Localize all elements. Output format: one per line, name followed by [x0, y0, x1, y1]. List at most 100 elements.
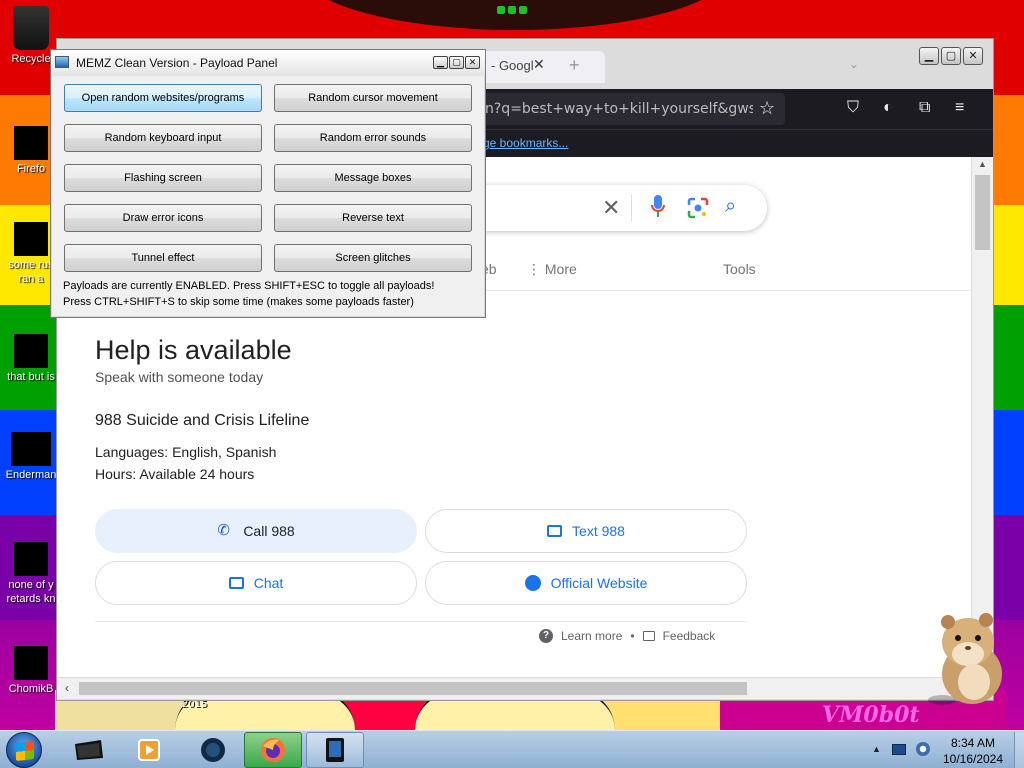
memz-app-icon: [326, 738, 344, 762]
tab-list-chevron-icon[interactable]: ⌄: [849, 57, 859, 71]
folder-icon: [75, 740, 103, 760]
tab-tools[interactable]: Tools: [723, 261, 756, 277]
desktop-icon-chomik[interactable]: ChomikB: [0, 646, 62, 696]
phone-icon: ✆: [217, 522, 230, 539]
payload-error-sounds-button[interactable]: Random error sounds: [274, 124, 472, 152]
horizontal-scroll-thumb[interactable]: [79, 682, 747, 695]
url-text[interactable]: n?q=best+way+to+kill+yourself&gws_rd=: [485, 101, 753, 117]
show-hidden-icons-button[interactable]: ▲: [872, 744, 881, 754]
show-desktop-button[interactable]: [1014, 732, 1024, 768]
browser-tab-title: - Googl: [491, 58, 534, 73]
call-button[interactable]: ✆ Call 988: [95, 509, 417, 553]
media-player-icon: [138, 739, 160, 761]
scroll-left-icon[interactable]: ‹: [65, 681, 69, 695]
payload-keyboard-input-button[interactable]: Random keyboard input: [64, 124, 262, 152]
bookmark-star-icon[interactable]: ☆: [759, 98, 775, 119]
vertical-scrollbar[interactable]: ▲: [971, 157, 993, 677]
close-button[interactable]: ✕: [963, 47, 983, 65]
help-footer: ? Learn more • Feedback: [539, 629, 715, 643]
scroll-up-icon[interactable]: ▲: [978, 159, 987, 169]
close-button[interactable]: ✕: [465, 56, 480, 69]
search-icon[interactable]: ⌕: [725, 195, 736, 218]
clock[interactable]: 8:34 AM 10/16/2024: [938, 735, 1008, 767]
payload-screen-glitches-button[interactable]: Screen glitches: [274, 244, 472, 272]
desktop-icon-file-2[interactable]: that but is: [0, 334, 62, 384]
taskbar: ▲ 8:34 AM 10/16/2024: [0, 730, 1024, 768]
extensions-icon[interactable]: ⧉: [919, 99, 930, 117]
skip-time-hint-text: Press CTRL+SHIFT+S to skip some time (ma…: [63, 296, 414, 308]
clock-date: 10/16/2024: [942, 752, 1004, 766]
help-divider: [95, 621, 747, 622]
search-divider: [631, 195, 632, 221]
learn-more-link[interactable]: Learn more: [561, 629, 622, 643]
horizontal-scrollbar[interactable]: ‹: [57, 677, 971, 699]
new-tab-button[interactable]: +: [569, 55, 580, 76]
manage-bookmarks-link[interactable]: ge bookmarks...: [483, 136, 568, 150]
maximize-button[interactable]: ▢: [941, 47, 961, 65]
maximize-button[interactable]: ▢: [449, 56, 464, 69]
official-website-button[interactable]: Official Website: [425, 561, 747, 605]
payload-cursor-movement-button[interactable]: Random cursor movement: [274, 84, 472, 112]
tab-close-icon[interactable]: ✕: [533, 56, 545, 73]
payload-reverse-text-button[interactable]: Reverse text: [274, 204, 472, 232]
voice-search-icon[interactable]: [651, 195, 665, 219]
desktop-icon-label: ChomikB: [8, 683, 54, 695]
footer-dot: •: [630, 629, 635, 643]
globe-icon: [524, 575, 541, 591]
program-icon: [11, 432, 51, 466]
system-tray: ▲ 8:34 AM 10/16/2024: [862, 732, 1024, 768]
desktop-icon-label: retards kn: [6, 593, 56, 605]
taskbar-item-firefox[interactable]: [244, 732, 302, 768]
hamster-image: [928, 613, 1002, 705]
action-center-icon[interactable]: [892, 744, 906, 755]
vertical-scroll-thumb[interactable]: [975, 175, 990, 250]
menu-icon[interactable]: ≡: [955, 99, 964, 117]
feedback-link[interactable]: Feedback: [663, 629, 716, 643]
desktop-icon-label: none of y: [8, 579, 54, 591]
tab-more[interactable]: ⋮ More: [527, 261, 577, 278]
minimize-button[interactable]: ▁: [919, 47, 939, 65]
file-icon: [14, 542, 48, 576]
help-title: Help is available: [95, 335, 292, 365]
firefox-icon: [14, 126, 48, 160]
website-button-label: Official Website: [550, 575, 648, 591]
desktop-icon-enderman[interactable]: Enderman: [0, 432, 62, 482]
taskbar-item-media-player[interactable]: [120, 732, 178, 768]
memz-window-title: MEMZ Clean Version - Payload Panel: [76, 56, 278, 70]
network-icon[interactable]: [916, 742, 930, 756]
pocket-icon[interactable]: ⛉: [847, 99, 859, 117]
organization-name: 988 Suicide and Crisis Lifeline: [95, 412, 310, 429]
start-button[interactable]: [6, 732, 42, 768]
clear-search-icon[interactable]: ✕: [602, 195, 620, 221]
desktop-icon-label: Enderman: [5, 469, 57, 481]
languages-text: Languages: English, Spanish: [95, 444, 277, 460]
payload-flashing-screen-button[interactable]: Flashing screen: [64, 164, 262, 192]
taskbar-item-memz[interactable]: [306, 732, 364, 768]
memz-window-controls: ▁ ▢ ✕: [433, 56, 480, 69]
chat-icon: [228, 577, 244, 589]
window-controls: ▁ ▢ ✕: [919, 47, 983, 65]
payload-status-text: Payloads are currently ENABLED. Press SH…: [63, 280, 435, 292]
lens-search-icon[interactable]: [687, 197, 709, 219]
payload-error-icons-button[interactable]: Draw error icons: [64, 204, 262, 232]
chat-button-label: Chat: [253, 575, 284, 591]
memz-titlebar[interactable]: MEMZ Clean Version - Payload Panel ▁ ▢ ✕: [51, 50, 485, 76]
payload-open-websites-button[interactable]: Open random websites/programs: [64, 84, 262, 112]
account-icon[interactable]: ◐: [883, 99, 893, 117]
feedback-icon: [642, 631, 655, 641]
text-button[interactable]: Text 988: [425, 509, 747, 553]
app-icon: [55, 56, 69, 68]
payload-message-boxes-button[interactable]: Message boxes: [274, 164, 472, 192]
hours-text: Hours: Available 24 hours: [95, 466, 255, 482]
text-button-label: Text 988: [572, 523, 625, 539]
minimize-button[interactable]: ▁: [433, 56, 448, 69]
taskbar-item-explorer[interactable]: [60, 732, 118, 768]
help-subtitle: Speak with someone today: [95, 369, 264, 385]
recycle-bin-icon: [13, 6, 49, 50]
payload-tunnel-effect-button[interactable]: Tunnel effect: [64, 244, 262, 272]
help-circle-icon: ?: [539, 629, 553, 643]
windows-logo-icon: [16, 741, 34, 761]
taskbar-item-globe[interactable]: [184, 732, 242, 768]
desktop-icon-file-3[interactable]: none of y retards kn: [0, 542, 62, 606]
chat-button[interactable]: Chat: [95, 561, 417, 605]
